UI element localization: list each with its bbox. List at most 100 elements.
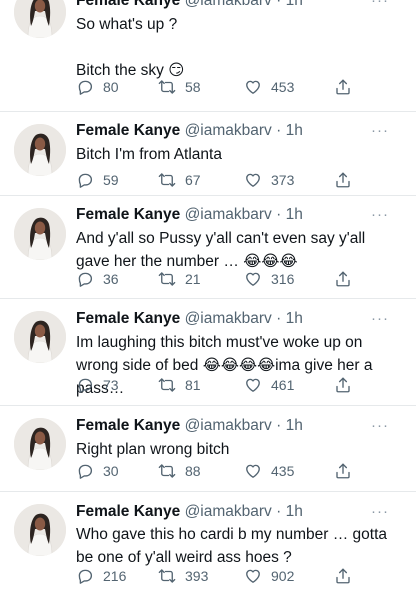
- tweet[interactable]: Female Kanye @iamakbarv · 1h ··· Right p…: [0, 406, 416, 492]
- heart-icon: [246, 378, 260, 392]
- tweet-text: Who gave this ho cardi b my number … got…: [76, 526, 392, 566]
- tweet-text: Bitch I'm from Atlanta: [76, 146, 222, 163]
- share-button[interactable]: [334, 269, 352, 289]
- retweet-button[interactable]: 393: [158, 566, 208, 586]
- tweet-header: Female Kanye @iamakbarv · 1h ···: [76, 308, 402, 330]
- like-button[interactable]: 373: [244, 170, 294, 190]
- handle[interactable]: @iamakbarv: [185, 0, 272, 9]
- more-options-icon[interactable]: ···: [370, 0, 390, 12]
- separator: ·: [271, 122, 286, 139]
- like-count: 453: [271, 79, 295, 95]
- avatar[interactable]: [14, 311, 66, 363]
- retweet-count: 81: [185, 377, 201, 393]
- tweet-text: So what's up ? Bitch the sky 😏: [76, 16, 185, 79]
- reply-count: 59: [103, 172, 119, 188]
- like-button[interactable]: 461: [244, 375, 294, 395]
- handle[interactable]: @iamakbarv: [185, 503, 272, 520]
- share-icon: [336, 172, 350, 188]
- retweet-button[interactable]: 88: [158, 461, 201, 481]
- handle[interactable]: @iamakbarv: [185, 310, 272, 327]
- timestamp[interactable]: 1h: [286, 417, 303, 434]
- tweet-actions: 216 393 902: [76, 566, 366, 586]
- reply-count: 36: [103, 271, 119, 287]
- handle[interactable]: @iamakbarv: [185, 417, 272, 434]
- share-icon: [336, 79, 350, 95]
- reply-icon: [78, 173, 93, 188]
- like-button[interactable]: 316: [244, 269, 294, 289]
- avatar[interactable]: [14, 504, 66, 556]
- reply-button[interactable]: 73: [76, 375, 119, 395]
- reply-icon: [78, 569, 93, 584]
- avatar[interactable]: [14, 208, 66, 260]
- display-name[interactable]: Female Kanye: [76, 310, 180, 327]
- tweet[interactable]: Female Kanye @iamakbarv · 1h ··· So what…: [0, 0, 416, 112]
- reply-icon: [78, 80, 93, 95]
- reply-button[interactable]: 36: [76, 269, 119, 289]
- retweet-button[interactable]: 81: [158, 375, 201, 395]
- retweet-button[interactable]: 67: [158, 170, 201, 190]
- reply-count: 80: [103, 79, 119, 95]
- more-options-icon[interactable]: ···: [370, 308, 390, 330]
- display-name[interactable]: Female Kanye: [76, 0, 180, 9]
- display-name[interactable]: Female Kanye: [76, 503, 180, 520]
- retweet-icon: [158, 173, 176, 187]
- timestamp[interactable]: 1h: [286, 122, 303, 139]
- share-icon: [336, 377, 350, 393]
- share-button[interactable]: [334, 461, 352, 481]
- separator: ·: [271, 503, 286, 520]
- timestamp[interactable]: 1h: [286, 310, 303, 327]
- tweet[interactable]: Female Kanye @iamakbarv · 1h ··· Bitch I…: [0, 112, 416, 196]
- timestamp[interactable]: 1h: [286, 503, 303, 520]
- timestamp[interactable]: 1h: [286, 0, 303, 9]
- reply-button[interactable]: 216: [76, 566, 126, 586]
- like-button[interactable]: 902: [244, 566, 294, 586]
- tweet-actions: 36 21 316: [76, 269, 366, 289]
- share-button[interactable]: [334, 77, 352, 97]
- retweet-button[interactable]: 21: [158, 269, 201, 289]
- share-button[interactable]: [334, 375, 352, 395]
- avatar[interactable]: [14, 0, 66, 38]
- handle[interactable]: @iamakbarv: [185, 206, 272, 223]
- tweet[interactable]: Female Kanye @iamakbarv · 1h ··· Who gav…: [0, 492, 416, 600]
- heart-icon: [246, 80, 260, 94]
- reply-count: 30: [103, 463, 119, 479]
- avatar[interactable]: [14, 418, 66, 470]
- heart-icon: [246, 173, 260, 187]
- tweet[interactable]: Female Kanye @iamakbarv · 1h ··· And y'a…: [0, 196, 416, 299]
- retweet-count: 67: [185, 172, 201, 188]
- tweet[interactable]: Female Kanye @iamakbarv · 1h ··· Im laug…: [0, 299, 416, 406]
- tweet-actions: 30 88 435: [76, 461, 366, 481]
- heart-icon: [246, 569, 260, 583]
- more-options-icon[interactable]: ···: [370, 501, 390, 523]
- reply-button[interactable]: 80: [76, 77, 119, 97]
- retweet-count: 88: [185, 463, 201, 479]
- like-button[interactable]: 453: [244, 77, 294, 97]
- share-button[interactable]: [334, 170, 352, 190]
- retweet-count: 393: [185, 568, 209, 584]
- retweet-button[interactable]: 58: [158, 77, 201, 97]
- tweet-header: Female Kanye @iamakbarv · 1h ···: [76, 0, 402, 12]
- more-options-icon[interactable]: ···: [370, 120, 390, 142]
- display-name[interactable]: Female Kanye: [76, 206, 180, 223]
- more-options-icon[interactable]: ···: [370, 204, 390, 226]
- reply-icon: [78, 378, 93, 393]
- separator: ·: [271, 417, 286, 434]
- more-options-icon[interactable]: ···: [370, 415, 390, 437]
- like-button[interactable]: 435: [244, 461, 294, 481]
- handle[interactable]: @iamakbarv: [185, 122, 272, 139]
- share-button[interactable]: [334, 566, 352, 586]
- avatar[interactable]: [14, 124, 66, 176]
- tweet-header: Female Kanye @iamakbarv · 1h ···: [76, 501, 402, 523]
- reply-button[interactable]: 30: [76, 461, 119, 481]
- separator: ·: [271, 310, 286, 327]
- share-icon: [336, 463, 350, 479]
- heart-icon: [246, 272, 260, 286]
- retweet-icon: [158, 80, 176, 94]
- reply-button[interactable]: 59: [76, 170, 119, 190]
- reply-count: 216: [103, 568, 127, 584]
- tweet-header: Female Kanye @iamakbarv · 1h ···: [76, 204, 402, 226]
- retweet-icon: [158, 272, 176, 286]
- display-name[interactable]: Female Kanye: [76, 417, 180, 434]
- display-name[interactable]: Female Kanye: [76, 122, 180, 139]
- timestamp[interactable]: 1h: [286, 206, 303, 223]
